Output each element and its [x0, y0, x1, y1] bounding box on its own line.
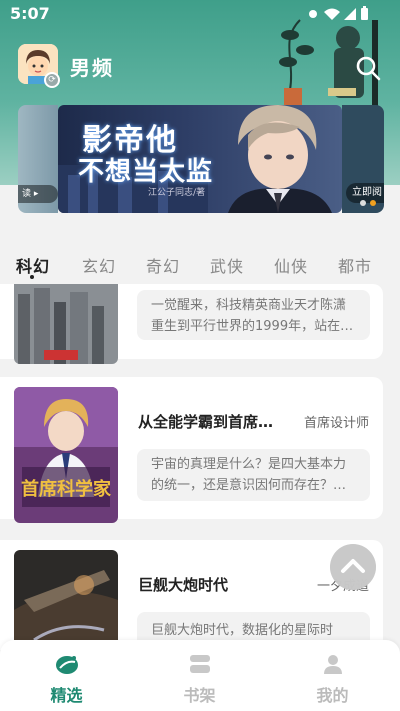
- pagination-dot: [360, 200, 366, 206]
- signal-icon: [344, 8, 356, 20]
- banner-prev-label: 读 ▸: [18, 185, 58, 203]
- banner-author: 江公子同志/著: [148, 188, 206, 198]
- category-tab-fantasy[interactable]: 奇幻: [146, 253, 180, 277]
- status-icons: [309, 6, 368, 20]
- wifi-icon: [324, 8, 340, 20]
- search-icon[interactable]: [354, 54, 382, 82]
- tab-featured[interactable]: 精选: [0, 640, 133, 711]
- status-time: 5:07: [10, 4, 50, 23]
- banner-pagination: [358, 200, 382, 208]
- book-cover: [14, 284, 118, 364]
- switch-gender-icon[interactable]: ⟳: [44, 72, 60, 88]
- book-author: 首席设计师: [303, 416, 369, 431]
- status-bar: 5:07: [0, 0, 400, 28]
- category-tab-scifi[interactable]: 科幻: [16, 253, 50, 277]
- bottom-tab-bar: 精选 书架 我的: [0, 640, 400, 711]
- bookshelf-icon: [190, 655, 210, 673]
- tab-label: 我的: [316, 686, 349, 705]
- category-tab-wuxia[interactable]: 武侠: [210, 253, 244, 277]
- book-synopsis: 一觉醒来，科技精英商业天才陈潇重生到平行世界的1999年，站在…: [137, 290, 370, 340]
- book-cover: 首席科学家: [14, 387, 118, 523]
- banner-prev-peek[interactable]: 读 ▸: [18, 105, 58, 213]
- category-tab-xianxia[interactable]: 仙侠: [274, 253, 308, 277]
- book-title: 巨舰大炮时代: [138, 576, 229, 594]
- discover-icon: [56, 656, 78, 674]
- banner-next-peek[interactable]: 立即阅: [342, 105, 384, 213]
- active-category-indicator: [30, 275, 34, 279]
- banner-slide[interactable]: 影帝他 不想当太监 江公子同志/著: [58, 105, 342, 213]
- app-screen: 5:07 ⟳ 男频 读 ▸ 影帝他 不想当太监 江公子同志/著 立即阅 科幻 玄…: [0, 0, 400, 711]
- tab-label: 精选: [50, 686, 83, 705]
- tab-profile[interactable]: 我的: [266, 640, 399, 711]
- category-tab-urban[interactable]: 都市: [338, 253, 372, 277]
- book-card[interactable]: 巨舰大炮时代 一夕成道 巨舰大炮时代，数据化的星际时: [0, 540, 383, 660]
- pagination-dot-active: [370, 200, 376, 206]
- tab-label: 书架: [183, 686, 216, 705]
- banner-portrait: [228, 105, 332, 213]
- book-card[interactable]: 一觉醒来，科技精英商业天才陈潇重生到平行世界的1999年，站在…: [0, 284, 383, 364]
- category-tabs: 科幻 玄幻 奇幻 武侠 仙侠 都市: [0, 245, 400, 281]
- tab-bookshelf[interactable]: 书架: [133, 640, 266, 711]
- banner-title-line2: 不想当太监: [78, 157, 214, 187]
- book-synopsis: 宇宙的真理是什么？是四大基本力的统一，还是意识因何而存在？…: [137, 449, 370, 501]
- category-tab-xuanhuan[interactable]: 玄幻: [82, 253, 116, 277]
- scroll-to-top-button[interactable]: [330, 544, 376, 590]
- page-title: 男频: [70, 56, 114, 80]
- notification-dot-icon: [309, 10, 317, 18]
- battery-icon: [361, 8, 368, 20]
- profile-icon: [324, 655, 342, 674]
- cover-title: 首席科学家: [21, 478, 112, 500]
- book-title: 从全能学霸到首席…: [138, 413, 274, 431]
- book-card[interactable]: 首席科学家 从全能学霸到首席… 首席设计师 宇宙的真理是什么？是四大基本力的统一…: [0, 377, 383, 523]
